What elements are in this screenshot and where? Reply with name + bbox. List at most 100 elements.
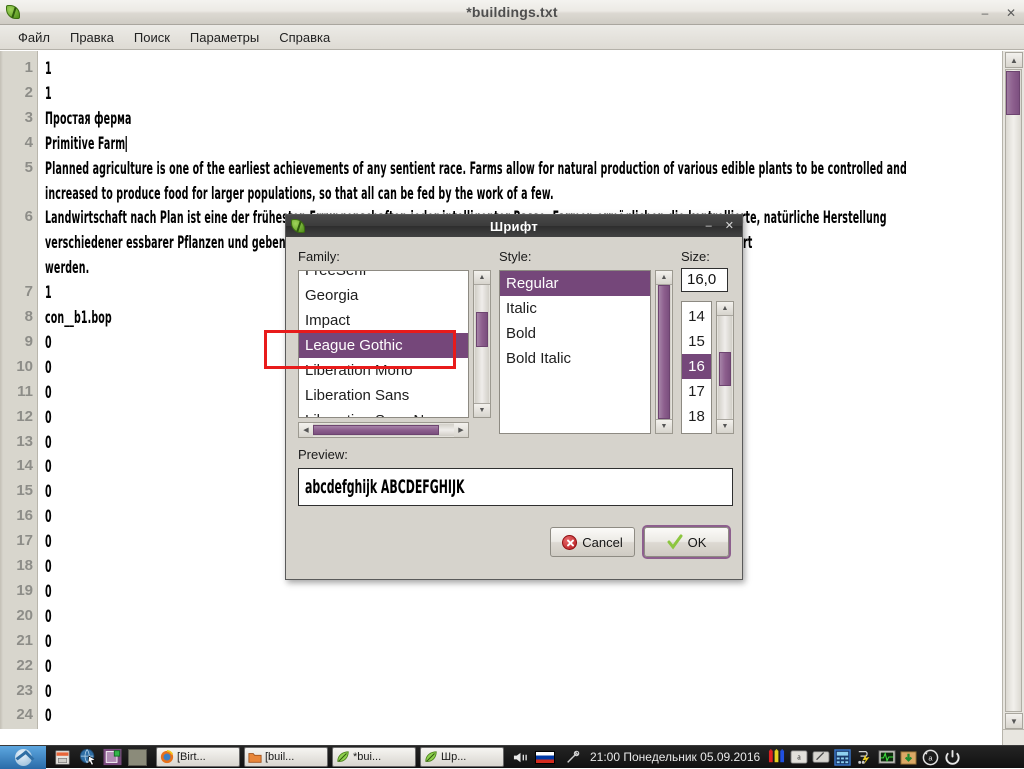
file-manager-icon[interactable] [52,748,73,767]
editor-line[interactable]: 0 [45,507,52,527]
editor-line[interactable]: 0 [45,457,52,477]
editor-line[interactable]: Planned agriculture is one of the earlie… [45,159,907,179]
family-horizontal-scrollbar[interactable]: ◀ ▶ [298,422,469,438]
editor-line[interactable]: Простая ферма [45,109,132,129]
sync-icon[interactable]: a [921,748,940,767]
shutdown-icon[interactable] [943,748,962,767]
size-listbox[interactable]: 14 15 16 17 18 [681,301,712,434]
size-item[interactable]: 14 [682,304,711,329]
family-item[interactable]: League Gothic [299,333,468,358]
editor-line[interactable]: 0 [45,358,52,378]
russian-flag-icon[interactable] [534,748,556,767]
family-item[interactable]: Impact [299,308,468,333]
style-item[interactable]: Bold [500,321,650,346]
menu-file[interactable]: Файл [8,28,60,47]
style-scroll-thumb[interactable] [658,285,670,419]
editor-line[interactable]: 0 [45,408,52,428]
taskbar-window-editor-buildings[interactable]: *bui... [332,747,416,767]
style-scroll-down-icon[interactable]: ▼ [656,419,672,433]
editor-line[interactable]: 0 [45,657,52,677]
editor-line[interactable]: 1 [45,283,52,303]
style-item[interactable]: Italic [500,296,650,321]
family-hscroll-thumb[interactable] [313,425,439,435]
size-input[interactable]: 16,0 [681,268,728,292]
editor-line[interactable]: 0 [45,682,52,702]
editor-line[interactable]: increased to produce food for larger pop… [45,184,554,204]
taskbar-window-folder[interactable]: [buil... [244,747,328,767]
size-item[interactable]: 17 [682,379,711,404]
style-listbox[interactable]: Regular Italic Bold Bold Italic [499,270,651,434]
editor-vertical-scrollbar[interactable]: ▲ ▼ [1002,51,1024,730]
updates-icon[interactable] [899,748,918,767]
color-levels-icon[interactable] [767,748,786,767]
family-listbox[interactable]: FreeSerif Georgia Impact League Gothic Liber… [298,270,469,418]
family-scroll-thumb[interactable] [476,312,488,347]
size-scroll-down-icon[interactable]: ▼ [717,419,733,433]
web-browser-icon[interactable] [77,748,98,767]
keyboard-icon[interactable]: а [789,748,808,767]
taskbar-clock[interactable]: 21:00 Понедельник 05.09.2016 [583,750,767,764]
editor-line[interactable]: 0 [45,532,52,552]
scroll-down-arrow-icon[interactable]: ▼ [1005,713,1023,729]
editor-line[interactable]: 0 [45,557,52,577]
taskbar-window-font-dialog[interactable]: Шр... [420,747,504,767]
menu-help[interactable]: Справка [269,28,340,47]
vertical-scroll-thumb[interactable] [1006,71,1020,115]
minimize-button[interactable]: – [978,7,992,19]
editor-line[interactable]: 0 [45,632,52,652]
size-item[interactable]: 16 [682,354,711,379]
editor-horizontal-scrollbar[interactable] [0,729,1002,745]
family-item[interactable]: Liberation Mono [299,358,468,383]
close-button[interactable]: ✕ [1004,7,1018,19]
menu-edit[interactable]: Правка [60,28,124,47]
family-item[interactable]: Liberation Sans Narrow [299,408,468,417]
calculator-icon[interactable] [833,748,852,767]
size-item[interactable]: 15 [682,329,711,354]
family-scroll-up-icon[interactable]: ▲ [474,271,490,285]
style-scroll-up-icon[interactable]: ▲ [656,271,672,285]
editor-line[interactable]: 1 [45,59,52,79]
line-number: 6 [24,208,33,226]
show-desktop-icon[interactable] [102,748,123,767]
editor-line[interactable]: con__b1.bop [45,308,112,328]
family-item[interactable]: Georgia [299,283,468,308]
taskbar-window-firefox[interactable]: [Birt... [156,747,240,767]
cancel-button[interactable]: Cancel [550,527,635,557]
ok-button[interactable]: OK [644,527,729,557]
start-menu-icon[interactable] [0,745,46,769]
desktop-pager-icon[interactable] [127,748,148,767]
scroll-up-arrow-icon[interactable]: ▲ [1005,52,1023,68]
volume-icon[interactable] [510,748,531,767]
family-vertical-scrollbar[interactable]: ▲ ▼ [473,270,491,418]
editor-line[interactable]: 0 [45,333,52,353]
editor-line[interactable]: 0 [45,607,52,627]
network-plug-icon[interactable] [562,748,583,767]
system-monitor-icon[interactable] [877,748,896,767]
editor-line[interactable]: 1 [45,84,52,104]
menu-options[interactable]: Параметры [180,28,269,47]
editor-line[interactable]: 0 [45,482,52,502]
power-manager-icon[interactable] [855,748,874,767]
dialog-close-button[interactable]: ✕ [725,220,734,232]
size-scroll-thumb[interactable] [719,352,731,386]
editor-line[interactable]: 0 [45,383,52,403]
style-vertical-scrollbar[interactable]: ▲ ▼ [655,270,673,434]
family-item[interactable]: Liberation Sans [299,383,468,408]
tablet-icon[interactable] [811,748,830,767]
family-scroll-left-icon[interactable]: ◀ [299,423,313,437]
menu-search[interactable]: Поиск [124,28,180,47]
editor-line[interactable]: 0 [45,706,52,726]
size-scroll-up-icon[interactable]: ▲ [717,302,733,316]
editor-line[interactable]: 0 [45,433,52,453]
size-item[interactable]: 18 [682,404,711,429]
family-item[interactable]: FreeSerif [299,271,468,283]
family-scroll-down-icon[interactable]: ▼ [474,403,490,417]
editor-line[interactable]: werden. [45,258,89,278]
style-item[interactable]: Bold Italic [500,346,650,371]
style-item[interactable]: Regular [500,271,650,296]
dialog-minimize-button[interactable]: – [706,220,712,232]
family-scroll-right-icon[interactable]: ▶ [454,423,468,437]
editor-line[interactable]: Primitive Farm [45,134,128,154]
size-vertical-scrollbar[interactable]: ▲ ▼ [716,301,734,434]
editor-line[interactable]: 0 [45,582,52,602]
